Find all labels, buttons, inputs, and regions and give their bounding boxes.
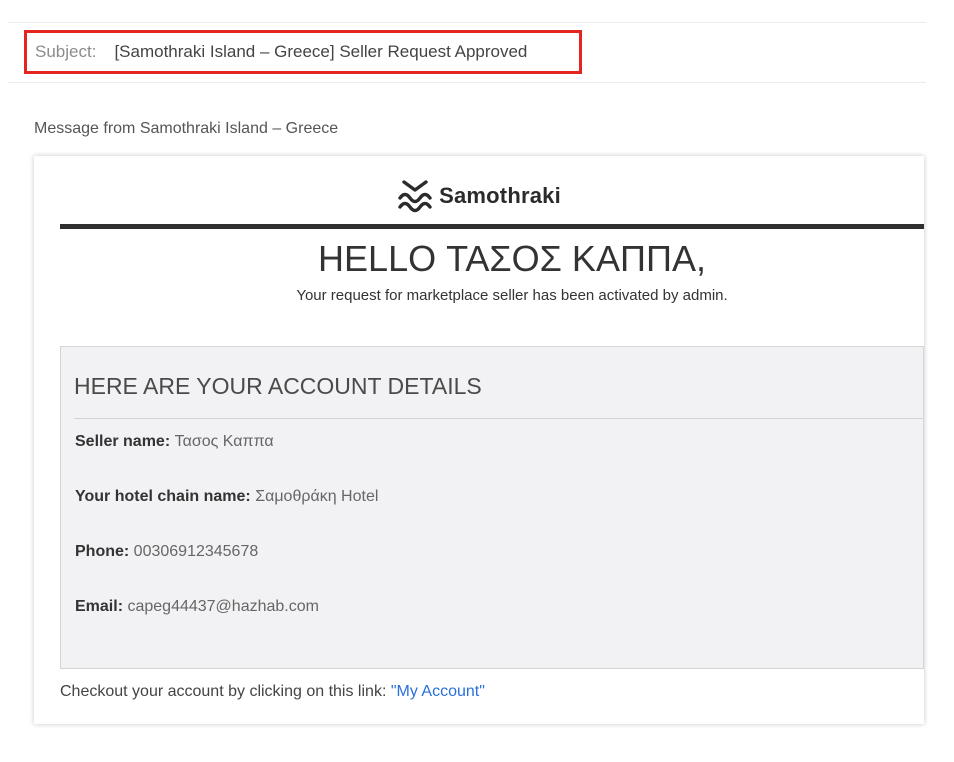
account-details-divider bbox=[74, 418, 923, 419]
subject-label: Subject: bbox=[35, 42, 97, 61]
detail-value: Σαμοθράκη Hotel bbox=[255, 488, 379, 505]
detail-value: 00306912345678 bbox=[133, 543, 259, 560]
message-from-text: Message from Samothraki Island – Greece bbox=[34, 120, 339, 137]
account-details-title: HERE ARE YOUR ACCOUNT DETAILS bbox=[74, 373, 482, 399]
detail-value: Τασος Καππα bbox=[174, 433, 274, 450]
top-divider bbox=[8, 22, 926, 23]
subject-text: [Samothraki Island – Greece] Seller Requ… bbox=[114, 42, 528, 61]
detail-row-email: Email: capeg44437@hazhab.com bbox=[75, 598, 319, 616]
email-preview-page: Subject: [Samothraki Island – Greece] Se… bbox=[0, 0, 954, 762]
detail-row-phone: Phone: 00306912345678 bbox=[75, 543, 258, 561]
checkout-text: Checkout your account by clicking on thi… bbox=[60, 683, 387, 700]
subject-divider bbox=[8, 82, 926, 83]
email-body-card: Samothraki HELLO ΤΑΣΟΣ ΚΑΠΠΑ, Your reque… bbox=[34, 156, 924, 724]
detail-row-hotel-chain: Your hotel chain name: Σαμοθράκη Hotel bbox=[75, 488, 378, 506]
detail-label: Your hotel chain name: bbox=[75, 488, 251, 505]
greeting-subtext: Your request for marketplace seller has … bbox=[296, 287, 728, 304]
detail-value: capeg44437@hazhab.com bbox=[127, 598, 319, 615]
header-divider-bar bbox=[60, 224, 924, 229]
samothraki-wave-logo-icon bbox=[398, 180, 432, 213]
subject-highlight-box: Subject: [Samothraki Island – Greece] Se… bbox=[24, 30, 582, 74]
my-account-link[interactable]: "My Account" bbox=[391, 683, 485, 700]
detail-row-seller-name: Seller name: Τασος Καππα bbox=[75, 433, 274, 451]
brand-logo: Samothraki bbox=[34, 176, 924, 216]
greeting-heading: HELLO ΤΑΣΟΣ ΚΑΠΠΑ, bbox=[318, 238, 706, 279]
checkout-instruction: Checkout your account by clicking on thi… bbox=[60, 683, 485, 701]
detail-label: Phone: bbox=[75, 543, 130, 560]
detail-label: Seller name: bbox=[75, 433, 171, 450]
account-details-panel: HERE ARE YOUR ACCOUNT DETAILS Seller nam… bbox=[60, 346, 924, 669]
brand-logo-text: Samothraki bbox=[439, 183, 561, 208]
detail-label: Email: bbox=[75, 598, 124, 615]
